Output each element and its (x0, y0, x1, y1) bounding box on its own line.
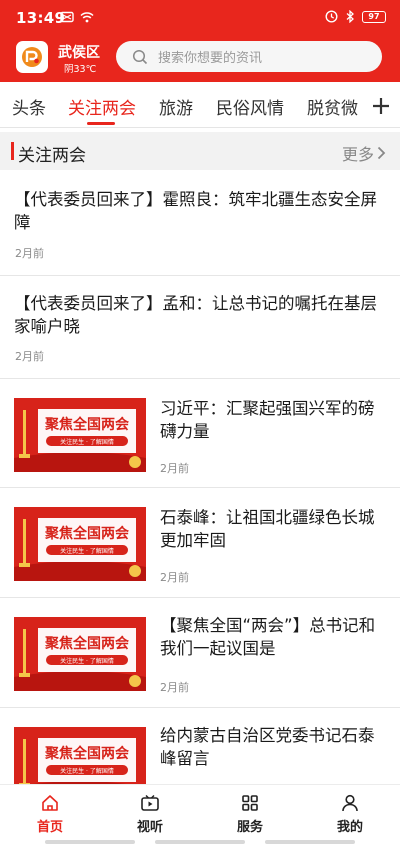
thumbnail-subline: 关注民生 · 了解国情 (60, 438, 114, 446)
tab-two-sessions[interactable]: 关注两会 (68, 94, 136, 119)
article-title: 【聚焦全国“两会”】总书记和我们一起议国是 (160, 616, 376, 658)
user-icon (342, 794, 358, 812)
message-icon (60, 11, 74, 23)
section-accent-bar (11, 142, 14, 160)
article-title: 石泰峰：让祖国北疆绿色长城更加牢固 (160, 508, 375, 550)
article-time: 2月前 (15, 247, 44, 260)
plus-icon (373, 97, 389, 114)
search-input[interactable]: 搜索你想要的资讯 (116, 41, 382, 72)
grid-icon (242, 795, 258, 811)
more-link[interactable]: 更多 (342, 141, 386, 165)
status-left-icons (60, 11, 94, 23)
nav-label: 首页 (36, 820, 63, 835)
weather-text: 阴33℃ (64, 64, 97, 75)
app-logo[interactable] (16, 41, 48, 73)
status-right-icons: 97 (325, 10, 386, 23)
thumbnail-headline: 聚焦全国两会 (44, 416, 130, 433)
article-thumbnail: 聚焦全国两会 关注民生 · 了解国情 (14, 398, 146, 472)
article-thumbnail: 聚焦全国两会 关注民生 · 了解国情 (14, 507, 146, 581)
article-thumbnail: 聚焦全国两会 关注民生 · 了解国情 (14, 727, 146, 784)
article-time: 2月前 (160, 571, 189, 584)
logo-icon (22, 47, 42, 67)
home-indicator (265, 840, 355, 844)
search-placeholder: 搜索你想要的资讯 (158, 51, 263, 66)
thumbnail-banner: 聚焦全国两会 关注民生 · 了解国情 (14, 398, 146, 472)
video-icon (141, 794, 159, 811)
article-thumbnail: 聚焦全国两会 关注民生 · 了解国情 (14, 617, 146, 691)
tab-travel[interactable]: 旅游 (159, 94, 193, 119)
section-title: 关注两会 (18, 146, 86, 166)
list-item[interactable]: 聚焦全国两会 关注民生 · 了解国情 习近平：汇聚起强国兴军的磅礴力量 2月前 (0, 379, 400, 488)
list-item[interactable]: 【代表委员回来了】孟和：让总书记的嘱托在基层家喻户晓 2月前 (0, 276, 400, 379)
battery-indicator: 97 (362, 10, 386, 23)
thumbnail-banner: 聚焦全国两会 关注民生 · 了解国情 (14, 507, 146, 581)
article-title: 习近平：汇聚起强国兴军的磅礴力量 (160, 399, 375, 441)
category-tabs: 头条 关注两会 旅游 民俗风情 脱贫微 (0, 84, 400, 128)
more-label: 更多 (341, 145, 374, 164)
list-item[interactable]: 聚焦全国两会 关注民生 · 了解国情 给内蒙古自治区党委书记石泰峰留言 (0, 708, 400, 784)
article-time: 2月前 (15, 350, 44, 363)
tab-folk-customs[interactable]: 民俗风情 (216, 94, 284, 119)
article-title: 给内蒙古自治区党委书记石泰峰留言 (160, 726, 375, 768)
thumbnail-banner: 聚焦全国两会 关注民生 · 了解国情 (14, 617, 146, 691)
search-icon (132, 49, 148, 64)
thumbnail-headline: 聚焦全国两会 (44, 745, 130, 762)
bottom-nav: 首页 视听 服务 我的 (0, 784, 400, 844)
add-tab-button[interactable] (362, 84, 400, 127)
article-title: 【代表委员回来了】霍照良：筑牢北疆生态安全屏障 (14, 190, 377, 232)
alarm-icon (325, 10, 338, 23)
nav-label: 视听 (136, 820, 163, 835)
nav-label: 我的 (336, 820, 363, 835)
active-tab-indicator (87, 122, 115, 125)
thumbnail-headline: 聚焦全国两会 (44, 635, 130, 652)
nav-label: 服务 (236, 820, 263, 835)
tab-poverty-alleviation[interactable]: 脱贫微 (307, 94, 358, 119)
home-icon (42, 795, 58, 811)
chevron-right-icon (377, 146, 386, 160)
thumbnail-subline: 关注民生 · 了解国情 (60, 767, 114, 775)
thumbnail-subline: 关注民生 · 了解国情 (60, 547, 114, 555)
list-item[interactable]: 聚焦全国两会 关注民生 · 了解国情 石泰峰：让祖国北疆绿色长城更加牢固 2月前 (0, 488, 400, 598)
status-bar: 13:49 97 (0, 0, 400, 34)
home-indicator (45, 840, 135, 844)
app-header: 13:49 97 武侯区 阴33℃ 搜索你想要的资讯 (0, 0, 400, 82)
thumbnail-headline: 聚焦全国两会 (44, 525, 130, 542)
location-name[interactable]: 武侯区 (58, 42, 100, 62)
nav-video[interactable]: 视听 (100, 785, 200, 844)
thumbnail-subline: 关注民生 · 了解国情 (60, 657, 114, 665)
status-time: 13:49 (16, 9, 66, 27)
bluetooth-icon (346, 10, 354, 23)
tab-headlines[interactable]: 头条 (12, 94, 46, 119)
wifi-icon (80, 12, 94, 23)
list-item[interactable]: 【代表委员回来了】霍照良：筑牢北疆生态安全屏障 2月前 (0, 170, 400, 276)
thumbnail-banner: 聚焦全国两会 关注民生 · 了解国情 (14, 727, 146, 784)
nav-services[interactable]: 服务 (200, 785, 300, 844)
section-header: 关注两会 更多 (0, 132, 400, 170)
article-title: 【代表委员回来了】孟和：让总书记的嘱托在基层家喻户晓 (14, 294, 377, 336)
article-time: 2月前 (160, 681, 189, 694)
home-indicator (155, 840, 245, 844)
article-time: 2月前 (160, 462, 189, 475)
list-item[interactable]: 聚焦全国两会 关注民生 · 了解国情 【聚焦全国“两会”】总书记和我们一起议国是… (0, 598, 400, 708)
nav-home[interactable]: 首页 (0, 785, 100, 844)
nav-profile[interactable]: 我的 (300, 785, 400, 844)
